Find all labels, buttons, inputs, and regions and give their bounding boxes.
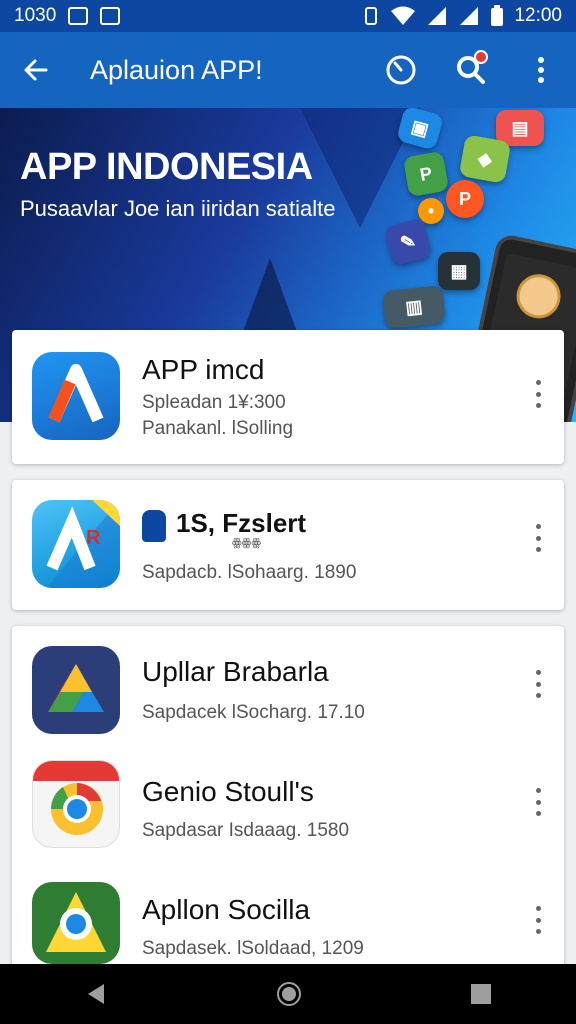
app-icon: [32, 760, 120, 848]
back-nav-icon[interactable]: [84, 982, 108, 1006]
home-nav-icon[interactable]: [276, 981, 302, 1007]
list-item[interactable]: Upllar Brabarla Sapdacek lSocharg. 17.10: [12, 626, 564, 746]
app-bar: Aplauion APP!: [0, 32, 576, 108]
overflow-menu-button[interactable]: [506, 32, 576, 108]
list-item[interactable]: R 1S, Fzslert ꙮꙮꙮ Sapdacb. lSohaarg. 189…: [12, 480, 564, 610]
list-item[interactable]: Genio Stoull's Sapdasar Isdaaag. 1580: [12, 746, 564, 864]
floating-app-icon: ▥: [382, 284, 446, 330]
back-arrow-icon: [24, 59, 48, 81]
letter-a-icon: [48, 364, 104, 423]
vibrate-icon: [365, 7, 378, 25]
list-item[interactable]: Apllon Socilla Sapdasek. lSoldaad, 1209: [12, 864, 564, 976]
page-title: Aplauion APP!: [90, 54, 263, 85]
app-meta: Sapdacek lSocharg. 17.10: [142, 702, 365, 723]
app-meta: Sapdacb. lSohaarg. 1890: [142, 562, 357, 583]
status-bar: 1030 12:00: [0, 0, 576, 32]
app-meta: Panakanl. lSolling: [142, 418, 294, 439]
chrome-icon: [33, 761, 119, 835]
signal-icon: [428, 7, 447, 25]
app-meta: Sapdasar Isdaaag. 1580: [142, 820, 350, 841]
search-button[interactable]: [436, 32, 506, 108]
app-icon: [32, 882, 120, 964]
notification-icon: [68, 7, 89, 25]
avatar: [512, 270, 565, 323]
floating-app-icon: P: [402, 150, 450, 198]
list-item[interactable]: APP imcd Spleadan 1¥:300 Panakanl. lSoll…: [12, 330, 564, 464]
app-name: Apllon Socilla: [142, 894, 311, 925]
more-options-button[interactable]: [528, 900, 548, 940]
system-nav-bar: [0, 964, 576, 1024]
banner-title: APP INDONESIA: [20, 146, 313, 188]
app-meta: Spleadan 1¥:300: [142, 392, 286, 413]
floating-app-icon: ◆: [458, 134, 512, 184]
app-name: 1S, Fzslert: [176, 508, 307, 538]
app-meta: Sapdasek. lSoldaad, 1209: [142, 938, 364, 959]
more-options-button[interactable]: [528, 664, 548, 704]
more-options-button[interactable]: [528, 782, 548, 822]
battery-icon: [491, 5, 504, 26]
app-card[interactable]: R 1S, Fzslert ꙮꙮꙮ Sapdacb. lSohaarg. 189…: [12, 480, 564, 610]
banner-subtitle: Pusaavlar Joe ian iiridan satialte: [20, 196, 336, 221]
app-name: Genio Stoull's: [142, 776, 314, 807]
status-time-left: 1030: [14, 5, 57, 26]
back-button[interactable]: [0, 32, 72, 108]
signal-icon-2: [460, 7, 479, 25]
letter-a-icon: R: [46, 500, 120, 588]
app-tag: ꙮꙮꙮ: [232, 537, 262, 549]
app-icon: [32, 646, 120, 734]
app-name: Upllar Brabarla: [142, 656, 329, 687]
more-options-button[interactable]: [528, 518, 548, 558]
app-icon: R: [32, 500, 120, 588]
robot-icon: [142, 510, 166, 542]
status-time-right: 12:00: [514, 5, 562, 26]
maps-icon: [46, 892, 106, 952]
wifi-icon: [391, 6, 416, 25]
history-button[interactable]: [366, 32, 436, 108]
drive-icon: [48, 664, 104, 712]
recents-nav-icon[interactable]: [470, 983, 492, 1005]
svg-text:R: R: [86, 527, 101, 549]
floating-app-icon: ▦: [438, 252, 480, 290]
floating-app-icon: P: [446, 180, 484, 218]
app-name: APP imcd: [142, 354, 265, 385]
notification-badge: [474, 50, 488, 64]
app-card[interactable]: APP imcd Spleadan 1¥:300 Panakanl. lSoll…: [12, 330, 564, 464]
app-icon: [32, 352, 120, 440]
more-options-button[interactable]: [528, 374, 548, 414]
floating-app-icon: •: [418, 198, 444, 224]
more-vert-icon: [538, 57, 544, 83]
notification-icon-2: [100, 7, 121, 25]
app-list-card: Upllar Brabarla Sapdacek lSocharg. 17.10…: [12, 626, 564, 976]
clock-icon: [386, 55, 416, 85]
